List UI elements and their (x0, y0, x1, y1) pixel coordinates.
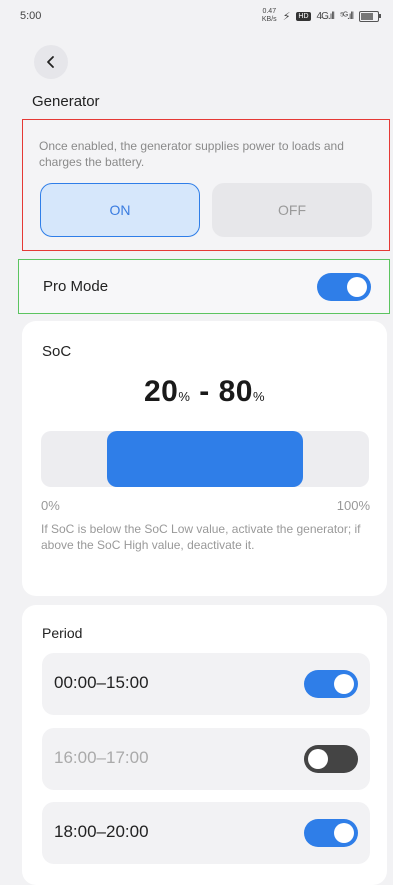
toggle-knob (334, 674, 354, 694)
toggle-knob (308, 749, 328, 769)
soc-low-value: 20 (143, 375, 179, 408)
chevron-left-icon (47, 56, 54, 68)
period-card: Period 00:00–15:00 16:00–17:00 18:00–20:… (22, 605, 387, 885)
pro-mode-label: Pro Mode (43, 278, 109, 295)
bolt-icon: ⚡ (282, 10, 291, 23)
soc-card: SoC 20% - 80% 0% 100% If SoC is below th… (22, 321, 387, 596)
period-toggle[interactable] (304, 670, 358, 698)
signal-icon: 4G.ıll (316, 10, 335, 22)
soc-range-slider[interactable] (41, 431, 369, 487)
period-time: 00:00–15:00 (54, 673, 149, 692)
soc-high-unit: % (252, 389, 266, 404)
period-title: Period (42, 625, 83, 641)
soc-low-unit: % (178, 389, 191, 404)
period-toggle[interactable] (304, 819, 358, 847)
period-item[interactable]: 00:00–15:00 (42, 653, 370, 715)
status-icons: 0.47 KB/s ⚡ HD 4G.ıll ⁵ᴳ.ıll (261, 8, 381, 24)
soc-range-value: 20% - 80% (22, 375, 387, 409)
status-time: 5:00 (20, 10, 42, 22)
pro-mode-toggle[interactable] (317, 273, 371, 301)
soc-high-value: 80 (218, 375, 253, 408)
period-time: 18:00–20:00 (54, 822, 149, 841)
soc-range-dash: - (190, 375, 219, 408)
generator-card: Once enabled, the generator supplies pow… (22, 119, 390, 251)
network-speed: 0.47 KB/s (261, 8, 277, 23)
back-button[interactable] (34, 45, 68, 79)
pro-mode-row: Pro Mode (18, 259, 390, 314)
status-bar: 5:00 0.47 KB/s ⚡ HD 4G.ıll ⁵ᴳ.ıll (0, 0, 393, 34)
signal-icon-2: ⁵ᴳ.ıll (339, 10, 354, 22)
battery-icon (359, 10, 381, 22)
slider-min-label: 0% (41, 498, 60, 513)
soc-range-fill[interactable] (106, 431, 304, 487)
period-toggle[interactable] (304, 745, 358, 773)
slider-max-label: 100% (336, 498, 370, 513)
soc-note: If SoC is below the SoC Low value, activ… (41, 522, 361, 552)
period-item[interactable]: 16:00–17:00 (42, 728, 370, 790)
toggle-knob (347, 277, 367, 297)
period-item[interactable]: 18:00–20:00 (42, 802, 370, 864)
generator-description: Once enabled, the generator supplies pow… (39, 139, 344, 169)
soc-title: SoC (42, 343, 72, 360)
toggle-knob (334, 823, 354, 843)
page-title: Generator (32, 93, 100, 110)
hd-badge: HD (296, 11, 311, 21)
on-button[interactable]: ON (40, 183, 200, 237)
off-button[interactable]: OFF (212, 183, 372, 237)
period-time: 16:00–17:00 (54, 748, 149, 767)
